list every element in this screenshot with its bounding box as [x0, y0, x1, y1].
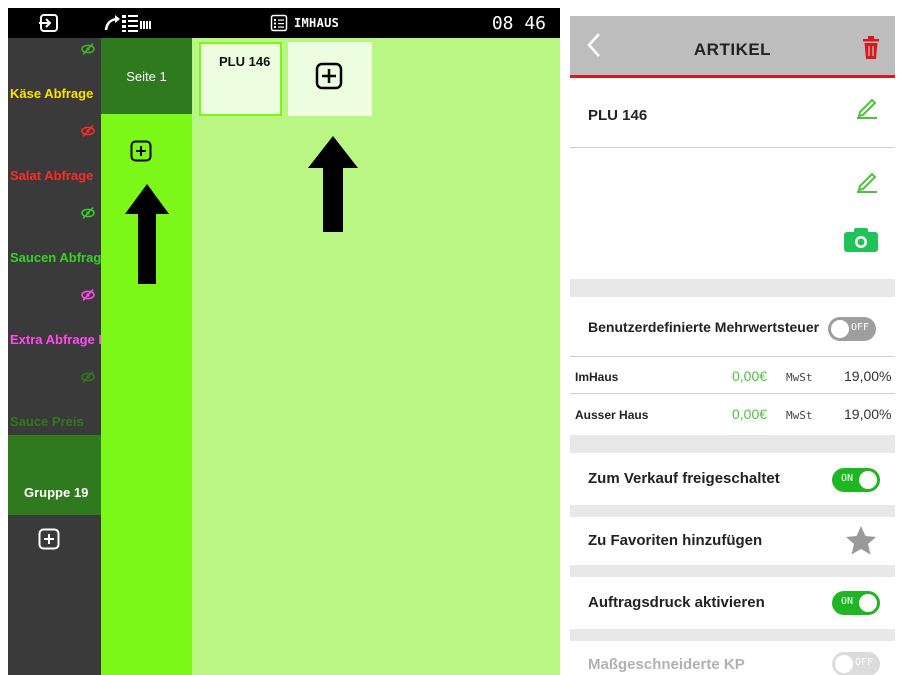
- custom-vat-toggle[interactable]: OFF: [828, 317, 876, 341]
- group-item-active[interactable]: Gruppe 19: [8, 435, 101, 515]
- custom-kp-toggle[interactable]: OFF: [832, 652, 880, 675]
- order-print-toggle[interactable]: ON: [832, 591, 880, 615]
- vat-row-label: ImHaus: [575, 370, 619, 384]
- eye-hidden-icon[interactable]: [81, 42, 95, 56]
- vat-rate: 19,00%: [844, 406, 892, 422]
- group-item-salat[interactable]: Salat Abfrage: [8, 120, 101, 202]
- sale-enabled-row[interactable]: Zum Verkauf freigeschaltet ON: [570, 453, 895, 505]
- add-item-button[interactable]: [288, 42, 372, 116]
- vat-rate: 19,00%: [844, 368, 892, 384]
- group-label: Salat Abfrage: [10, 168, 94, 183]
- menu-list-icon: [270, 14, 288, 32]
- top-bar: IMHAUS 08 46: [8, 8, 560, 38]
- price-value: 0,00€: [732, 406, 768, 422]
- eye-hidden-icon[interactable]: [81, 206, 95, 220]
- mwst-label: MwSt: [786, 371, 813, 384]
- group-list: Käse Abfrage Salat Abfrage Saucen Abfrag…: [8, 38, 101, 675]
- custom-kp-row[interactable]: Maßgeschneiderte KP OFF: [570, 641, 895, 675]
- page-list: Seite 1: [101, 38, 192, 675]
- page-label: Seite 1: [126, 68, 167, 84]
- mwst-label: MwSt: [786, 409, 813, 422]
- logout-icon[interactable]: [38, 8, 60, 38]
- star-icon[interactable]: [845, 525, 877, 555]
- sale-enabled-label: Zum Verkauf freigeschaltet: [588, 470, 780, 487]
- group-item-extra[interactable]: Extra Abfrage Kl: [8, 284, 101, 366]
- item-label: PLU 146: [219, 54, 271, 69]
- camera-icon[interactable]: [843, 227, 879, 253]
- separator: [570, 629, 895, 641]
- group-label: Saucen Abfrage: [10, 250, 101, 265]
- panel-header: ARTIKEL: [570, 16, 895, 78]
- mode-selector[interactable]: IMHAUS: [270, 8, 339, 38]
- plus-box-icon: [38, 528, 60, 550]
- separator: [570, 505, 895, 517]
- item-tile[interactable]: PLU 146: [199, 42, 282, 116]
- mode-label: IMHAUS: [294, 16, 340, 30]
- vat-row-label: Ausser Haus: [575, 408, 649, 422]
- order-list-icon[interactable]: [104, 8, 160, 38]
- eye-hidden-icon[interactable]: [81, 124, 95, 138]
- page-item-active[interactable]: Seite 1: [101, 38, 192, 114]
- separator: [570, 565, 895, 577]
- favorite-row[interactable]: Zu Favoriten hinzufügen: [570, 517, 895, 565]
- custom-vat-label: Benutzerdefinierte Mehrwertsteuer: [588, 319, 820, 335]
- custom-kp-label: Maßgeschneiderte KP: [588, 656, 745, 673]
- group-item-kaese[interactable]: Käse Abfrage: [8, 38, 101, 120]
- group-label: Extra Abfrage Kl: [10, 332, 101, 347]
- article-name: PLU 146: [588, 107, 648, 124]
- plus-box-icon: [315, 62, 343, 90]
- vat-row-ausserhaus[interactable]: Ausser Haus 0,00€ MwSt 19,00%: [570, 395, 895, 435]
- order-print-label: Auftragsdruck aktivieren: [588, 594, 765, 611]
- separator: [570, 279, 895, 297]
- eye-hidden-icon[interactable]: [81, 370, 95, 384]
- name-row[interactable]: PLU 146: [570, 81, 895, 148]
- edit-pencil-icon[interactable]: [855, 169, 879, 193]
- image-row: [570, 149, 895, 279]
- sale-enabled-toggle[interactable]: ON: [832, 468, 880, 492]
- plus-box-icon: [130, 140, 152, 162]
- vat-row-imhaus[interactable]: ImHaus 0,00€ MwSt 19,00%: [570, 358, 895, 394]
- add-page-button[interactable]: [130, 140, 152, 167]
- group-label: Sauce Preis: [10, 414, 84, 429]
- group-label: Gruppe 19: [24, 485, 89, 500]
- eye-hidden-icon[interactable]: [81, 288, 95, 302]
- panel-title: ARTIKEL: [693, 40, 772, 59]
- clock: 08 46: [491, 12, 546, 34]
- add-group-button[interactable]: [38, 528, 60, 555]
- price-value: 0,00€: [732, 368, 768, 384]
- arrow-up-icon: [308, 136, 358, 232]
- trash-icon[interactable]: [861, 36, 881, 60]
- favorite-label: Zu Favoriten hinzufügen: [588, 532, 763, 549]
- separator: [570, 435, 895, 453]
- arrow-up-icon: [125, 184, 169, 284]
- order-print-row[interactable]: Auftragsdruck aktivieren ON: [570, 577, 895, 629]
- article-panel: ARTIKEL PLU 146 Benutzerdefinierte Mehrw…: [570, 16, 895, 675]
- group-label: Käse Abfrage: [10, 86, 94, 101]
- group-item-saucen[interactable]: Saucen Abfrage: [8, 202, 101, 284]
- edit-pencil-icon[interactable]: [855, 95, 879, 119]
- custom-vat-row[interactable]: Benutzerdefinierte Mehrwertsteuer OFF: [570, 297, 895, 357]
- item-grid: PLU 146: [192, 38, 560, 675]
